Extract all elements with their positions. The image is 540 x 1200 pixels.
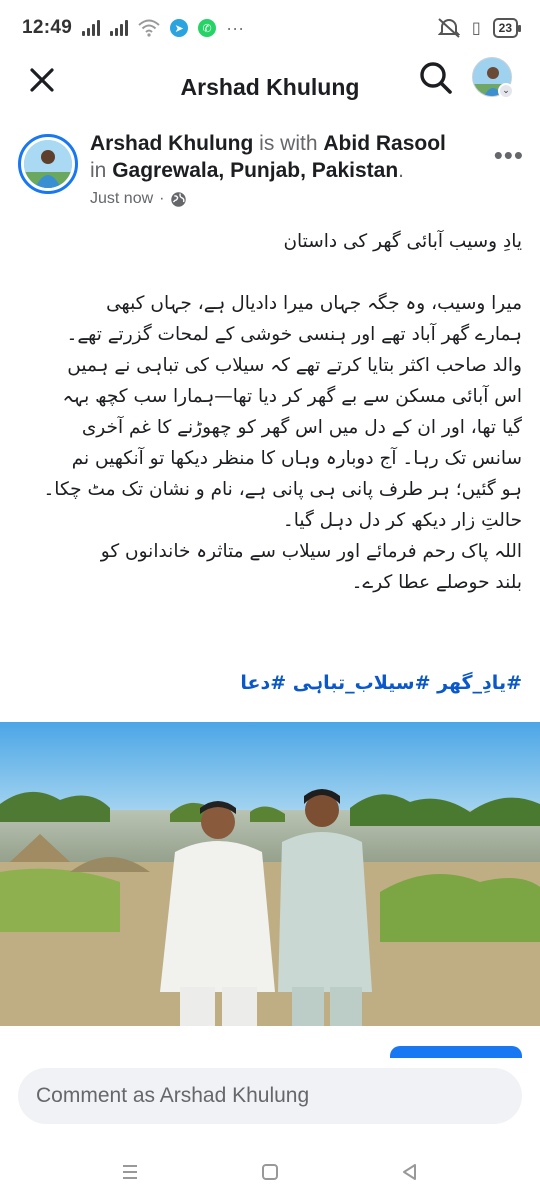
author-name-link[interactable]: Arshad Khulung <box>90 132 253 155</box>
chevron-down-icon[interactable]: ⌄ <box>498 83 514 99</box>
in-label: in <box>90 159 107 182</box>
tagged-user-link[interactable]: Abid Rasool <box>323 132 446 155</box>
post-line: اللہ پاک رحم فرمائے اور سیلاب سے متاثرہ … <box>100 541 522 562</box>
post-header-text: Arshad Khulung is with Abid Rasool in Ga… <box>90 132 446 182</box>
hashtags-link[interactable]: #یادِ_گھر #سیلاب_تباہی #دعا <box>20 672 522 694</box>
status-bar: 12:49 ➤ ✆ ··· ▯ 23 <box>0 0 540 56</box>
wifi-icon <box>138 19 160 37</box>
comment-bar: Comment as Arshad Khulung <box>0 1058 540 1144</box>
home-icon[interactable] <box>250 1152 290 1192</box>
signal-icon <box>110 20 129 36</box>
post-meta: Just now · <box>90 190 187 208</box>
post-line: حالتِ زار دیکھ کر دل دہل گیا۔ <box>282 510 522 531</box>
flood-photo-image <box>0 722 540 1026</box>
app-bar: Arshad Khulung ⌄ <box>0 56 540 118</box>
close-icon[interactable] <box>24 62 60 98</box>
with-label: is with <box>259 132 318 155</box>
post-line: اس آبائی مسکن سے بے گھر کر دیا تھا—ہمارا… <box>62 386 522 407</box>
post-time: Just now <box>90 190 154 207</box>
post-line: والد صاحب اکثر بتایا کرتے تھے کہ سیلاب ک… <box>67 355 522 376</box>
vibrate-icon: ▯ <box>471 20 481 37</box>
comment-input[interactable]: Comment as Arshad Khulung <box>18 1068 522 1124</box>
post-line: ہو گئیں؛ ہر طرف پانی ہی پانی ہے، نام و ن… <box>43 479 522 500</box>
author-avatar[interactable] <box>18 134 78 194</box>
globe-icon <box>171 191 187 207</box>
signal-icon <box>82 20 101 36</box>
back-icon[interactable] <box>390 1152 430 1192</box>
post-line: ہمارے گھر آباد تھے اور ہنسی خوشی کے لمحا… <box>66 324 522 345</box>
post-line: گیا تھا، اور ان کے دل میں اس گھر کو چھوڑ… <box>81 417 522 438</box>
post-header: Arshad Khulung is with Abid Rasool in Ga… <box>18 128 528 218</box>
more-options-icon[interactable]: ••• <box>494 140 524 171</box>
whatsapp-icon: ✆ <box>198 19 217 37</box>
battery-indicator: 23 <box>492 18 522 38</box>
status-time: 12:49 <box>22 17 73 38</box>
telegram-icon: ➤ <box>170 19 189 37</box>
post-line: بلند حوصلے عطا کرے۔ <box>351 572 522 593</box>
location-link[interactable]: Gagrewala, Punjab, Pakistan <box>112 159 398 182</box>
avatar-photo-icon <box>24 140 72 188</box>
post-line: میرا وسیب، وہ جگہ جہاں میرا دادیال ہے، ج… <box>106 293 522 314</box>
post-line: سانس تک رہا۔ آج دوبارہ وہاں کا منظر دیکھ… <box>71 448 522 469</box>
recents-icon[interactable] <box>110 1152 150 1192</box>
system-nav-bar <box>0 1144 540 1200</box>
mute-icon <box>437 18 460 38</box>
post-body: یادِ وسیب آبائی گھر کی داستان میرا وسیب،… <box>20 226 522 598</box>
post-photo[interactable] <box>0 722 540 1026</box>
post-title-line: یادِ وسیب آبائی گھر کی داستان <box>283 231 522 252</box>
more-notifications-icon: ··· <box>226 17 245 38</box>
search-icon[interactable] <box>416 58 456 98</box>
page-title: Arshad Khulung <box>180 73 360 100</box>
